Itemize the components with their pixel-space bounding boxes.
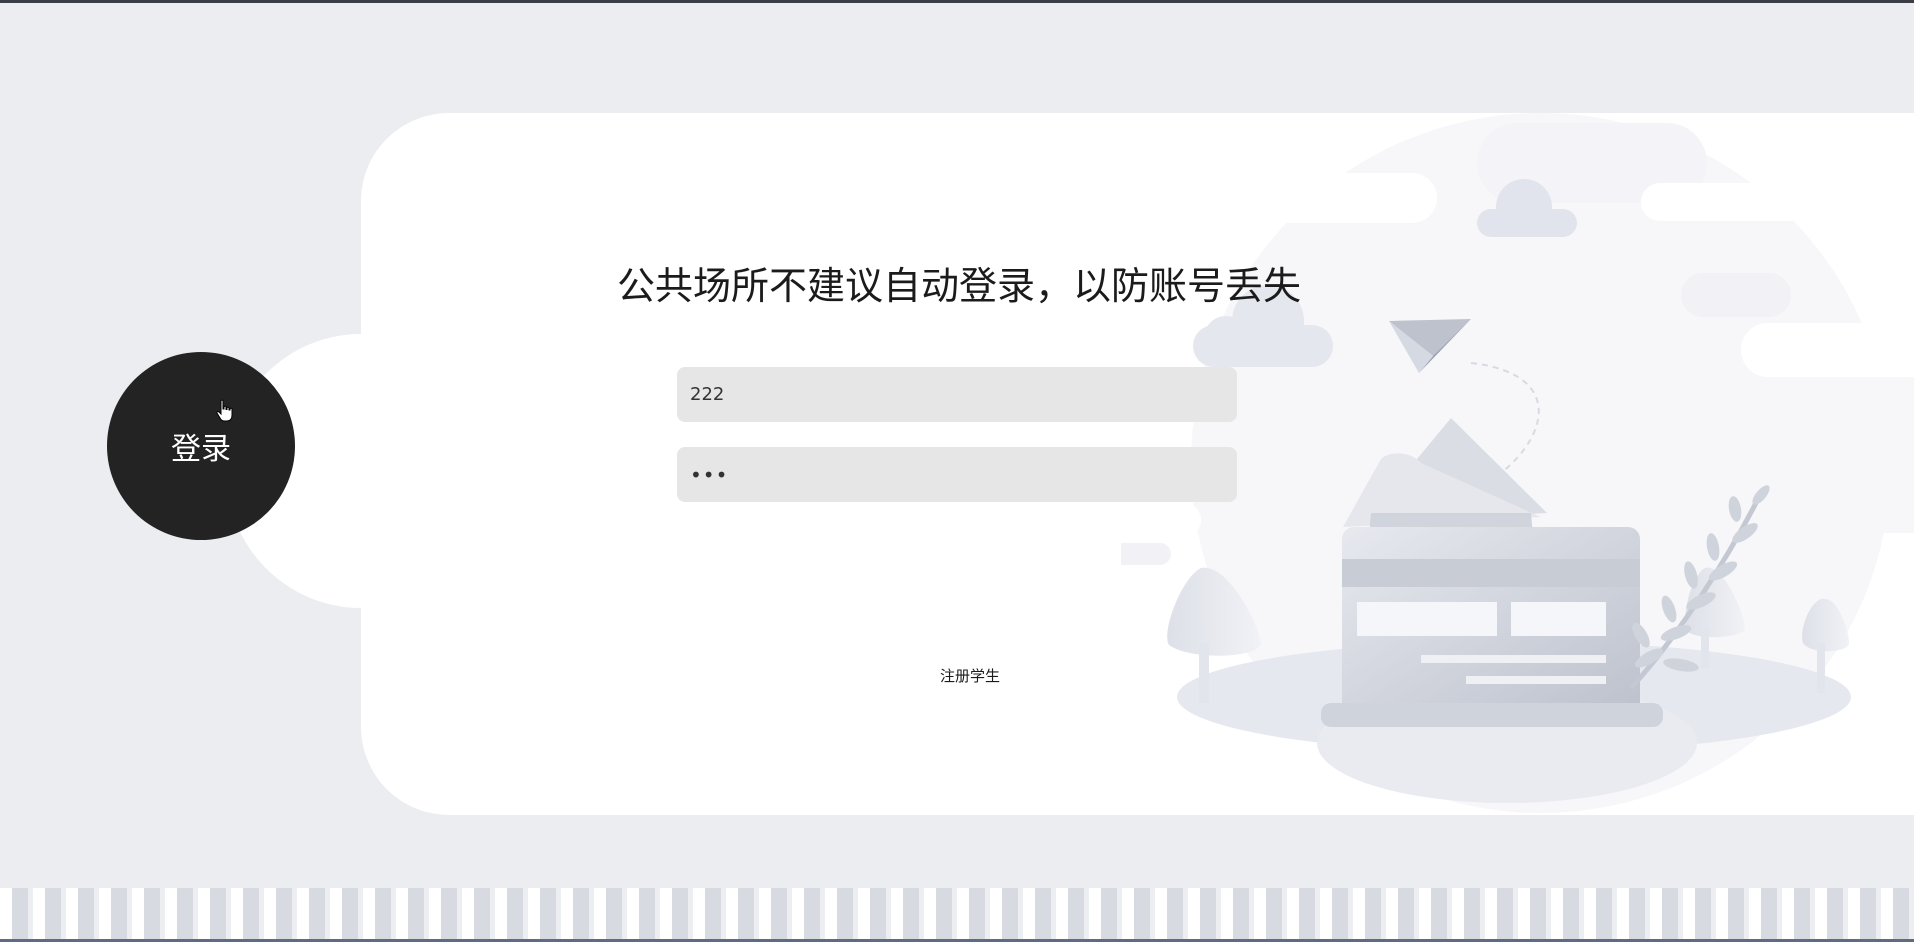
window-top-border bbox=[0, 0, 1914, 3]
register-student-link[interactable]: 注册学生 bbox=[900, 665, 1040, 686]
cloud-stripe bbox=[1741, 323, 1914, 377]
login-button[interactable]: 登录 bbox=[107, 352, 295, 540]
cursor-hand-icon bbox=[216, 399, 233, 422]
bottom-stripe-border bbox=[0, 888, 1914, 942]
wallet-illustration bbox=[1121, 113, 1914, 813]
cloud-stripe bbox=[1121, 543, 1171, 565]
cloud-stripe bbox=[1241, 173, 1437, 223]
page-title: 公共场所不建议自动登录，以防账号丢失 bbox=[616, 264, 1301, 308]
login-button-label: 登录 bbox=[171, 432, 231, 467]
cloud-stripe bbox=[1641, 183, 1914, 221]
cloud-stripe bbox=[1131, 503, 1201, 537]
username-input[interactable] bbox=[677, 367, 1237, 422]
cloud-stripe bbox=[1681, 273, 1791, 317]
password-input[interactable] bbox=[677, 447, 1237, 502]
